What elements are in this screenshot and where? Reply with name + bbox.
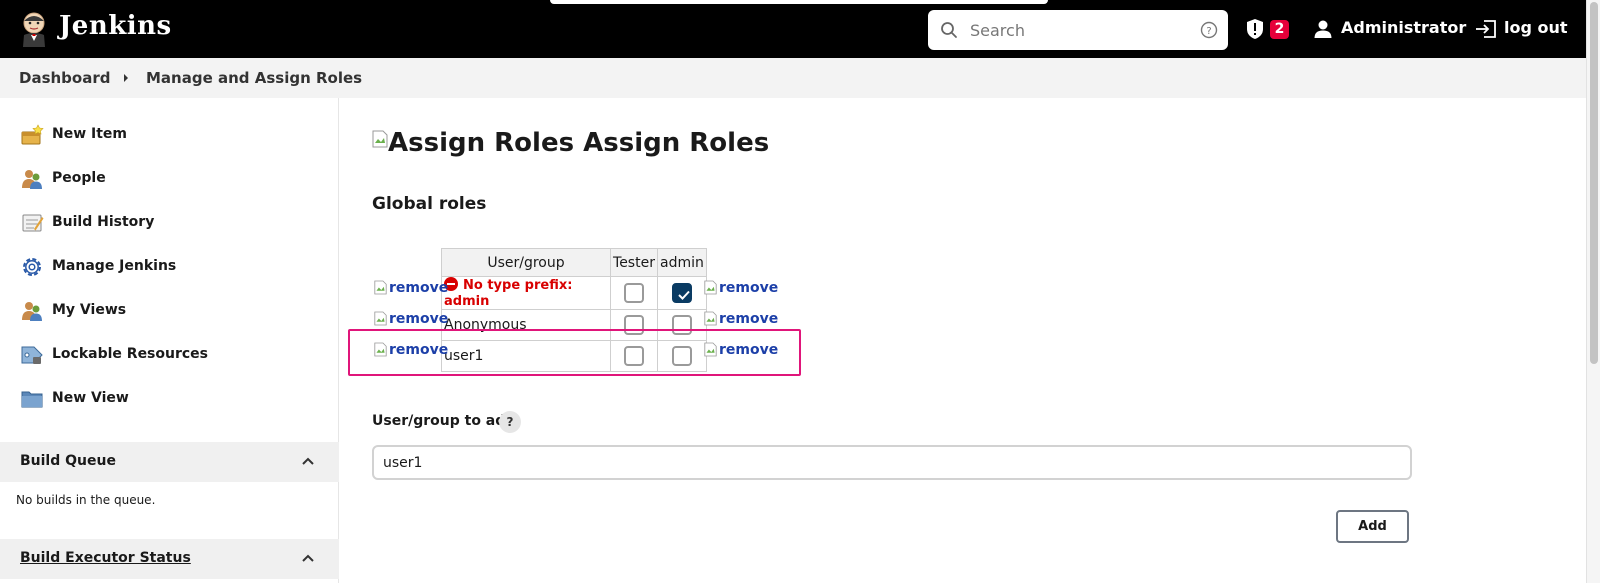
people-icon: [22, 302, 42, 321]
broken-image-icon: [374, 280, 387, 295]
svg-text:?: ?: [1206, 26, 1211, 37]
security-shield-icon[interactable]: [1245, 18, 1265, 40]
logout-icon[interactable]: [1475, 19, 1497, 39]
admin-checkbox[interactable]: [671, 283, 692, 303]
tester-checkbox[interactable]: [624, 283, 644, 303]
user-group-input[interactable]: [372, 445, 1412, 480]
broken-image-icon: [372, 130, 388, 148]
page-title: Assign Roles Assign Roles: [372, 128, 769, 158]
brand-name[interactable]: Jenkins: [59, 11, 172, 41]
sidebar-item-label: Manage Jenkins: [52, 258, 177, 274]
build-history-icon: [22, 214, 44, 232]
add-button[interactable]: Add: [1336, 510, 1409, 543]
sidebar-item-my-views[interactable]: My Views: [20, 296, 320, 326]
user-group-to-add-label: User/group to add: [372, 413, 516, 429]
table-header-row: User/group Tester admin: [441, 248, 707, 277]
sidebar-item-label: People: [52, 170, 106, 186]
remove-link-right[interactable]: remove: [704, 280, 778, 296]
sidebar-item-build-history[interactable]: Build History: [20, 208, 320, 238]
breadcrumb-separator-icon: [124, 74, 128, 82]
broken-image-icon: [374, 311, 387, 326]
sidebar-item-label: Lockable Resources: [52, 346, 209, 362]
search-box[interactable]: ?: [928, 10, 1228, 50]
folder-icon: [21, 391, 43, 408]
build-queue-empty-text: No builds in the queue.: [16, 493, 156, 507]
sidebar-item-lockable-resources[interactable]: Lockable Resources: [20, 340, 320, 370]
sidebar-item-manage-jenkins[interactable]: Manage Jenkins: [20, 252, 320, 282]
breadcrumb-dashboard[interactable]: Dashboard: [19, 69, 110, 87]
gear-icon: [23, 258, 41, 276]
new-item-icon: [21, 124, 44, 145]
remove-link-left[interactable]: remove: [374, 280, 448, 296]
sidebar-item-label: Build History: [52, 214, 155, 230]
remove-link-left[interactable]: remove: [374, 311, 448, 327]
logout-link[interactable]: log out: [1504, 18, 1568, 37]
chevron-up-icon[interactable]: [301, 456, 315, 466]
highlighted-row-outline: [348, 329, 801, 376]
build-queue-title: Build Queue: [20, 453, 116, 469]
column-header-admin: admin: [657, 248, 707, 277]
top-tab-strip: [550, 0, 1048, 4]
breadcrumb-manage-assign-roles[interactable]: Manage and Assign Roles: [146, 69, 362, 87]
build-executor-status-header[interactable]: Build Executor Status: [0, 539, 339, 579]
lockable-resources-icon: [21, 346, 43, 364]
build-queue-header[interactable]: Build Queue: [0, 442, 339, 482]
user-name-text: No type prefix: admin: [444, 278, 573, 309]
help-icon[interactable]: ?: [1200, 21, 1218, 39]
user-cell: No type prefix: admin: [441, 276, 611, 310]
build-executor-status-link[interactable]: Build Executor Status: [20, 550, 191, 566]
admin-cell: [657, 276, 707, 310]
broken-image-icon: [704, 280, 717, 295]
scrollbar[interactable]: [1586, 0, 1600, 583]
global-roles-heading: Global roles: [372, 194, 487, 214]
table-row: No type prefix: admin: [441, 276, 707, 310]
sidebar-item-people[interactable]: People: [20, 164, 320, 194]
help-button[interactable]: ?: [499, 411, 521, 433]
sidebar-item-new-view[interactable]: New View: [20, 384, 320, 414]
checkmark-icon: [678, 290, 690, 300]
top-header: Jenkins ? 2 Administrator log out: [0, 0, 1586, 58]
breadcrumb: Dashboard Manage and Assign Roles: [0, 58, 1586, 98]
user-menu-link[interactable]: Administrator: [1341, 18, 1466, 37]
warning-text: No type prefix: admin: [444, 277, 573, 309]
tester-cell: [610, 276, 658, 310]
sidebar-item-label: My Views: [52, 302, 127, 318]
security-alert-badge[interactable]: 2: [1270, 20, 1289, 39]
column-header-tester: Tester: [610, 248, 658, 277]
page-title-text: Assign Roles: [583, 128, 770, 158]
scrollbar-thumb[interactable]: [1590, 2, 1598, 364]
sidebar-item-label: New Item: [52, 126, 128, 142]
sidebar-item-label: New View: [52, 390, 129, 406]
sidebar-item-new-item[interactable]: New Item: [20, 120, 320, 150]
page-title-alt-text: Assign Roles: [388, 128, 575, 158]
jenkins-logo-icon[interactable]: [18, 11, 50, 47]
remove-link-right[interactable]: remove: [704, 311, 778, 327]
people-icon: [22, 170, 42, 189]
search-input[interactable]: [968, 18, 1188, 42]
broken-image-icon: [704, 311, 717, 326]
column-header-user-group: User/group: [441, 248, 611, 277]
chevron-up-icon[interactable]: [301, 553, 315, 563]
search-icon: [941, 22, 957, 38]
user-icon[interactable]: [1313, 19, 1333, 39]
sidebar: New Item People Build History Manage Jen…: [0, 98, 339, 583]
